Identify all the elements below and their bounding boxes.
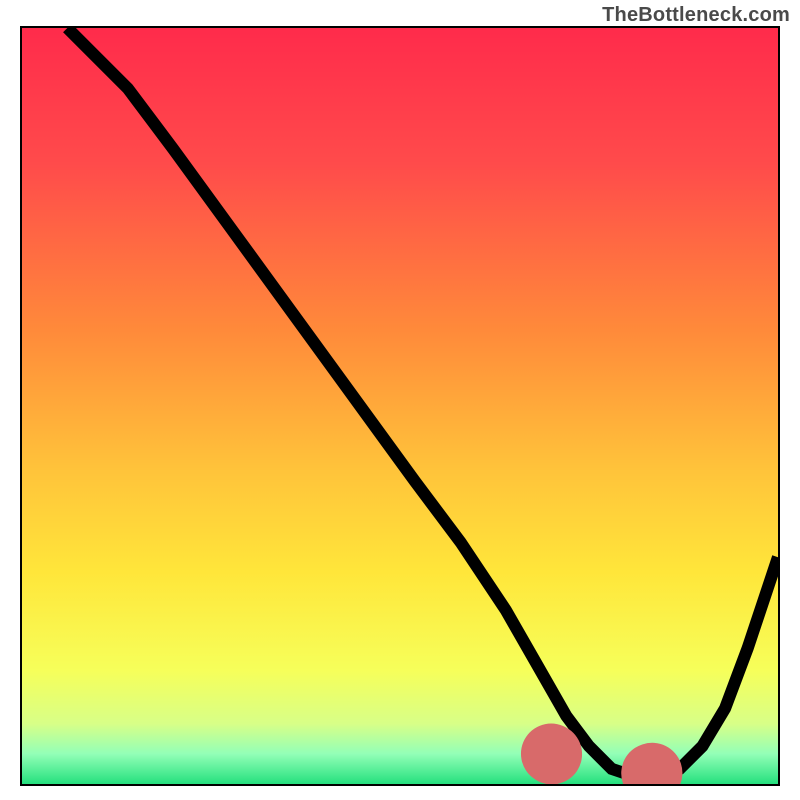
plot-area xyxy=(20,26,780,786)
chart-container: TheBottleneck.com xyxy=(0,0,800,800)
chart-lines xyxy=(22,28,778,784)
watermark-text: TheBottleneck.com xyxy=(602,4,790,27)
bottleneck-curve xyxy=(67,28,778,776)
